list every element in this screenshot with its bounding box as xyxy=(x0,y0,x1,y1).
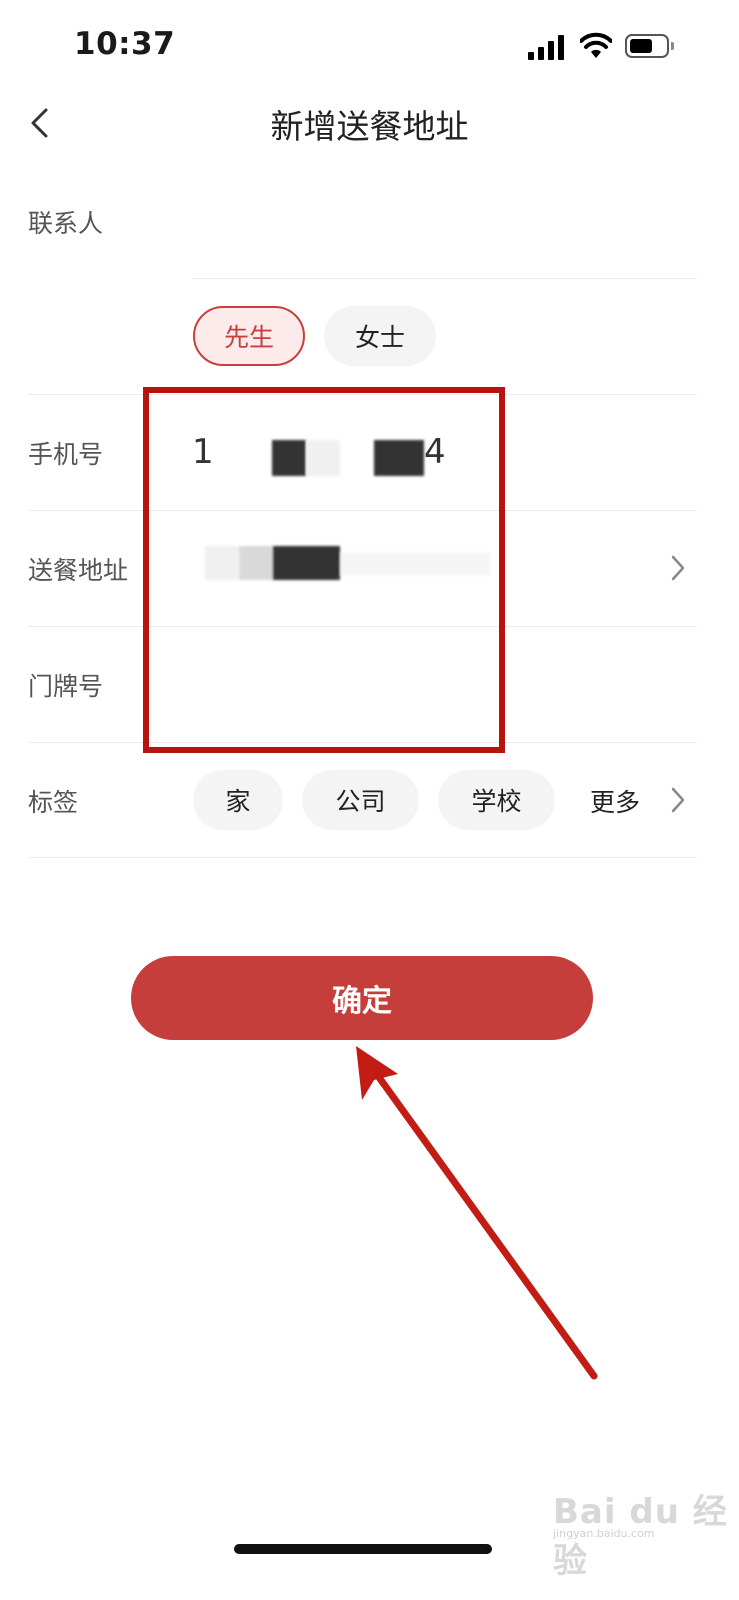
contact-divider xyxy=(192,278,697,279)
confirm-button[interactable]: 确定 xyxy=(131,956,593,1040)
tag-more-link[interactable]: 更多 xyxy=(590,783,640,819)
annotation-arrow xyxy=(356,1046,598,1380)
cellular-signal-icon xyxy=(528,34,568,60)
tag-label: 标签 xyxy=(28,788,79,817)
tag-school-chip[interactable]: 学校 xyxy=(438,770,555,830)
home-indicator[interactable] xyxy=(234,1544,492,1554)
gender-mr-chip[interactable]: 先生 xyxy=(193,306,305,366)
tag-divider xyxy=(28,857,697,858)
contact-input[interactable] xyxy=(192,190,697,260)
page-title: 新增送餐地址 xyxy=(270,107,469,146)
tag-home-chip[interactable]: 家 xyxy=(193,770,283,830)
address-label: 送餐地址 xyxy=(28,556,129,585)
gender-ms-chip[interactable]: 女士 xyxy=(324,306,436,366)
battery-tip xyxy=(671,42,674,50)
door-number-label: 门牌号 xyxy=(28,672,104,701)
baidu-watermark-url: jingyan.baidu.com xyxy=(553,1527,655,1540)
annotation-highlight-box xyxy=(143,387,505,753)
tag-company-chip[interactable]: 公司 xyxy=(302,770,419,830)
battery-icon xyxy=(625,34,669,58)
contact-label: 联系人 xyxy=(28,209,104,238)
phone-label: 手机号 xyxy=(28,440,104,469)
tag-more-chevron-icon[interactable] xyxy=(670,786,686,814)
wifi-icon xyxy=(580,32,612,58)
status-time: 10:37 xyxy=(74,26,176,62)
address-chevron-right-icon xyxy=(671,555,685,581)
